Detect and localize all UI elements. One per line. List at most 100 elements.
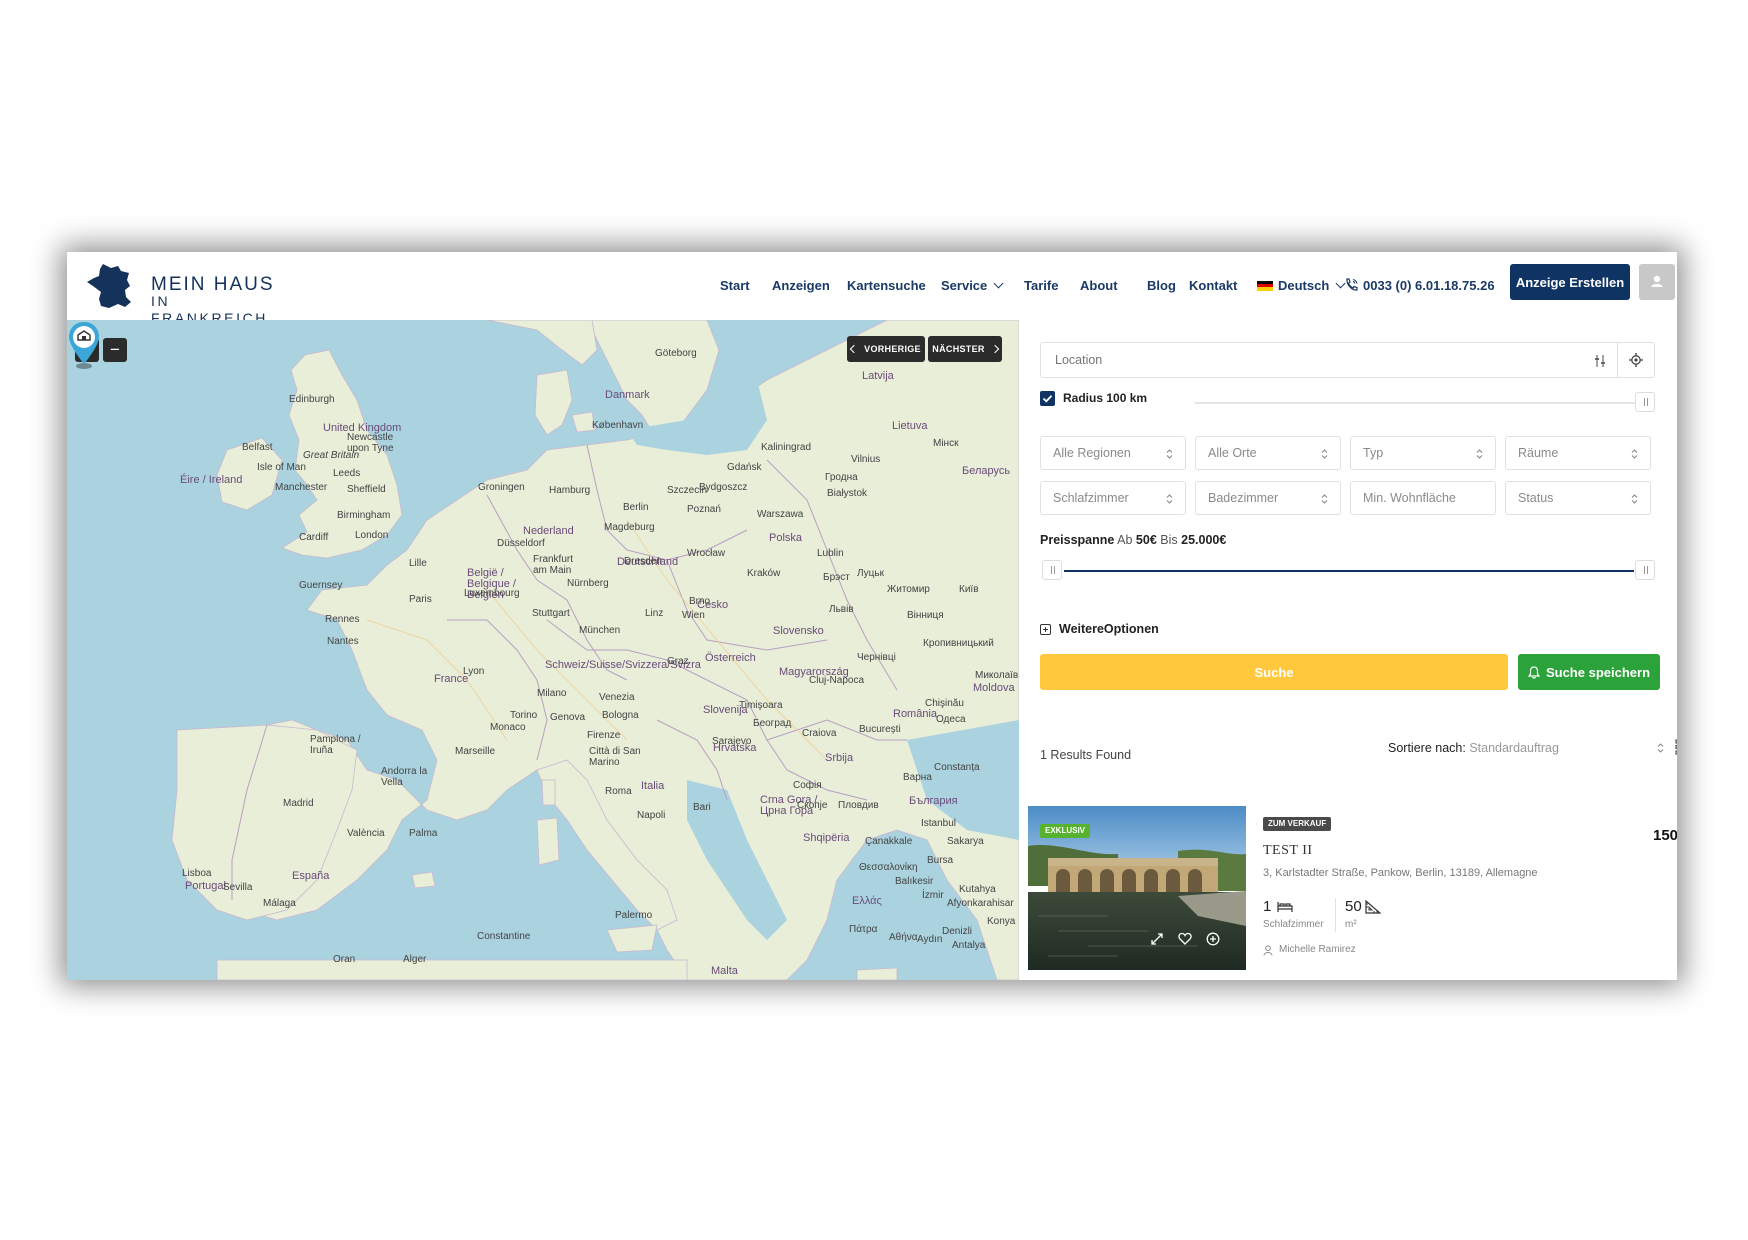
property-map[interactable]: United Kingdom Éire / Ireland Danmark Ne…: [67, 320, 1019, 980]
for-sale-badge: ZUM VERKAUF: [1263, 817, 1332, 831]
select-arrows-icon: [1321, 449, 1328, 459]
map-label: Lille: [409, 558, 427, 569]
map-label: Брэст: [823, 572, 850, 583]
price-max-handle[interactable]: [1635, 560, 1655, 580]
listing-price: 150.000€: [1653, 827, 1677, 844]
map-label: København: [592, 420, 644, 431]
type-select-label: Typ: [1363, 446, 1384, 460]
map-label: България: [909, 795, 958, 807]
price-from-word: Ab: [1117, 533, 1133, 547]
nav-kontakt[interactable]: Kontakt: [1189, 278, 1237, 293]
map-label: Cardiff: [299, 532, 329, 543]
search-button[interactable]: Suche: [1040, 654, 1508, 690]
heart-icon[interactable]: [1178, 932, 1192, 945]
price-range-title: Preisspanne: [1040, 533, 1115, 547]
phone-link[interactable]: 0033 (0) 6.01.18.75.26: [1344, 277, 1495, 294]
bed-icon: [1277, 902, 1293, 912]
radius-checkbox[interactable]: [1040, 391, 1055, 406]
nav-anzeigen[interactable]: Anzeigen: [772, 278, 830, 293]
sort-select[interactable]: Sortiere nach: Standardauftrag: [1388, 741, 1559, 755]
price-min-handle[interactable]: [1042, 560, 1062, 580]
nav-blog[interactable]: Blog: [1147, 278, 1176, 293]
map-label: Rennes: [325, 614, 360, 625]
map-label: Ελλάς: [852, 895, 882, 907]
bathrooms-select[interactable]: Badezimmer: [1195, 481, 1341, 515]
map-label: România: [893, 708, 938, 720]
map-label: Great Britain: [303, 450, 360, 461]
more-options-toggle[interactable]: WeitereOptionen: [1040, 622, 1159, 636]
map-label: Guernsey: [299, 580, 343, 591]
min-area-input[interactable]: Min. Wohnfläche: [1350, 481, 1496, 515]
bathrooms-select-label: Badezimmer: [1208, 491, 1279, 505]
compare-plus-icon[interactable]: [1206, 932, 1220, 946]
regions-select[interactable]: Alle Regionen: [1040, 436, 1186, 470]
location-input[interactable]: [1053, 352, 1597, 368]
map-label: Скопје: [797, 800, 828, 811]
nav-tarife[interactable]: Tarife: [1024, 278, 1058, 293]
sliders-icon[interactable]: [1594, 354, 1606, 368]
map-label: Hamburg: [549, 485, 591, 496]
agent-name[interactable]: Michelle Ramirez: [1279, 944, 1356, 955]
price-slider-track[interactable]: [1064, 570, 1634, 572]
rooms-select[interactable]: Räume: [1505, 436, 1651, 470]
map-label: Πάτρα: [849, 924, 878, 935]
map-label: Αθήνα: [889, 932, 918, 943]
browser-screenshot: MEIN HAUS IN FRANKREICH Start Anzeigen K…: [67, 252, 1677, 980]
nav-about[interactable]: About: [1080, 278, 1118, 293]
user-icon: [1651, 275, 1663, 287]
map-label: Shqipëria: [803, 832, 850, 844]
nav-service[interactable]: Service: [941, 278, 1004, 293]
expand-icon[interactable]: [1150, 932, 1164, 946]
language-selector[interactable]: Deutsch: [1257, 278, 1346, 293]
map-label: Latvija: [862, 370, 894, 382]
location-field[interactable]: [1040, 342, 1655, 378]
bedrooms-select[interactable]: Schlafzimmer: [1040, 481, 1186, 515]
towns-select-label: Alle Orte: [1208, 446, 1257, 460]
search-panel: Radius 100 km Alle Regionen Alle Orte Ty…: [1019, 320, 1677, 980]
create-listing-button[interactable]: Anzeige Erstellen: [1510, 264, 1630, 300]
listing-title[interactable]: TEST II: [1263, 843, 1313, 859]
bell-icon: [1527, 665, 1540, 679]
site-logo[interactable]: MEIN HAUS IN FRANKREICH: [85, 262, 285, 326]
zoom-out-button[interactable]: −: [103, 338, 127, 362]
list-view-icon[interactable]: [1675, 738, 1677, 756]
bedrooms-count: 1: [1263, 898, 1272, 915]
radius-slider-handle[interactable]: [1635, 392, 1655, 412]
radius-slider-track[interactable]: [1195, 402, 1635, 404]
map-label: Wrocław: [687, 548, 726, 559]
language-label: Deutsch: [1278, 278, 1330, 293]
map-label: Alger: [403, 954, 427, 965]
select-arrows-icon: [1166, 494, 1173, 504]
map-label: Lyon: [463, 666, 485, 677]
map-label: Venezia: [599, 692, 635, 703]
towns-select[interactable]: Alle Orte: [1195, 436, 1341, 470]
map-label: Constanța: [934, 762, 980, 773]
map-label: Софія: [793, 780, 822, 791]
phone-icon: [1346, 277, 1358, 291]
map-label: Malta: [711, 965, 738, 977]
map-label: Sarajevo: [712, 736, 752, 747]
save-search-button[interactable]: Suche speichern: [1518, 654, 1660, 690]
map-label: Napoli: [637, 810, 666, 821]
map-label: Nürnberg: [567, 578, 609, 589]
map-label: Madrid: [283, 798, 314, 809]
locate-me-icon[interactable]: [1629, 353, 1643, 367]
type-select[interactable]: Typ: [1350, 436, 1496, 470]
exclusive-badge: EXKLUSIV: [1040, 824, 1091, 838]
status-select[interactable]: Status: [1505, 481, 1651, 515]
bedrooms-select-label: Schlafzimmer: [1053, 491, 1129, 505]
next-listing-button[interactable]: NÄCHSTER: [928, 336, 1002, 362]
nav-start[interactable]: Start: [720, 278, 750, 293]
map-label: Sakarya: [947, 836, 984, 847]
map-label: Schweiz/Suisse/Svizzera/Svizra: [545, 660, 701, 671]
user-account-button[interactable]: [1639, 264, 1675, 300]
map-label: Варна: [903, 772, 932, 783]
map-label: Timişoara: [739, 700, 783, 711]
property-map-marker[interactable]: [67, 320, 101, 370]
area-unit: m²: [1345, 919, 1357, 930]
previous-listing-button[interactable]: VORHERIGE: [847, 336, 925, 362]
map-label: Monaco: [490, 722, 526, 733]
map-label: Leeds: [333, 468, 361, 479]
bedrooms-label: Schlafzimmer: [1263, 919, 1324, 930]
nav-kartensuche[interactable]: Kartensuche: [847, 278, 926, 293]
